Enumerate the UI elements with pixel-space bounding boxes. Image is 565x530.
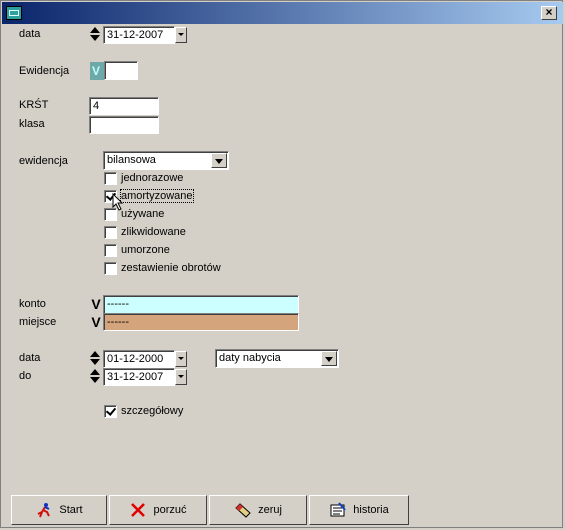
data-to-input[interactable]: 31-12-2007 <box>103 368 175 386</box>
start-label: Start <box>59 504 83 516</box>
miejsce-input[interactable]: ------ <box>103 313 299 331</box>
data-from-label: data <box>19 352 41 364</box>
historia-label: historia <box>353 504 389 516</box>
data-dropdown-button[interactable] <box>175 27 187 43</box>
checkbox-amortyzowane-label: amortyzowane <box>120 189 194 203</box>
checkbox-jednorazowe[interactable] <box>104 172 117 185</box>
porzuc-label: porzuć <box>153 504 187 516</box>
ewidencja-input[interactable] <box>104 61 138 80</box>
data-label: data <box>19 28 41 40</box>
data-to-label: do <box>19 370 32 382</box>
miejsce-select-icon[interactable]: V <box>89 314 103 330</box>
data-to-spinner[interactable] <box>89 368 101 384</box>
data-from-spinner[interactable] <box>89 350 101 366</box>
krst-input[interactable]: 4 <box>89 97 159 115</box>
ewidencja-label: Ewidencja <box>19 65 70 77</box>
checkbox-szczegolowy-label: szczegółowy <box>121 405 184 417</box>
zeruj-label: zeruj <box>258 504 282 516</box>
chevron-v-icon: V <box>92 64 101 78</box>
checkbox-zlikwidowane[interactable] <box>104 226 117 239</box>
porzuc-button[interactable]: porzuć <box>109 495 207 525</box>
data-from-dropdown-button[interactable] <box>175 351 187 367</box>
klasa-label: klasa <box>19 118 45 130</box>
start-button[interactable]: Start <box>11 495 107 525</box>
checkbox-zestawienie-obrotow-label: zestawienie obrotów <box>121 262 221 274</box>
close-button[interactable]: × <box>541 6 557 20</box>
konto-input[interactable]: ------ <box>103 295 299 314</box>
checkbox-zestawienie-obrotow[interactable] <box>104 262 117 275</box>
date-type-combo-button[interactable] <box>321 351 337 366</box>
ewidencja-select-button[interactable]: V <box>90 62 104 80</box>
history-book-icon <box>330 502 347 517</box>
miejsce-label: miejsce <box>19 316 57 328</box>
cancel-x-icon <box>131 503 146 517</box>
konto-select-icon[interactable]: V <box>89 296 103 312</box>
checkbox-szczegolowy[interactable] <box>104 405 117 418</box>
checkbox-zlikwidowane-label: zlikwidowane <box>121 226 186 238</box>
dialog-window: × data 31-12-2007 Ewidencja V KRŚT 4 kla… <box>0 0 563 528</box>
title-bar: × <box>2 2 563 24</box>
klasa-input[interactable] <box>89 116 159 134</box>
ewidencja2-label: ewidencja <box>19 155 68 167</box>
mouse-cursor-icon <box>112 193 124 211</box>
data-from-input[interactable]: 01-12-2000 <box>103 350 175 368</box>
data-input[interactable]: 31-12-2007 <box>103 26 175 44</box>
krst-label: KRŚT <box>19 99 49 111</box>
app-icon <box>6 6 22 20</box>
checkbox-umorzone-label: umorzone <box>121 244 170 256</box>
checkbox-umorzone[interactable] <box>104 244 117 257</box>
zeruj-button[interactable]: zeruj <box>209 495 307 525</box>
eraser-icon <box>235 503 251 518</box>
data-to-dropdown-button[interactable] <box>175 369 187 385</box>
konto-label: konto <box>19 298 46 310</box>
historia-button[interactable]: historia <box>309 495 409 525</box>
checkbox-jednorazowe-label: jednorazowe <box>121 172 184 184</box>
checkbox-uzywane-label: używane <box>121 208 165 220</box>
ewidencja-combo-button[interactable] <box>211 153 227 168</box>
runner-icon <box>37 503 51 518</box>
data-spinner[interactable] <box>89 26 101 42</box>
